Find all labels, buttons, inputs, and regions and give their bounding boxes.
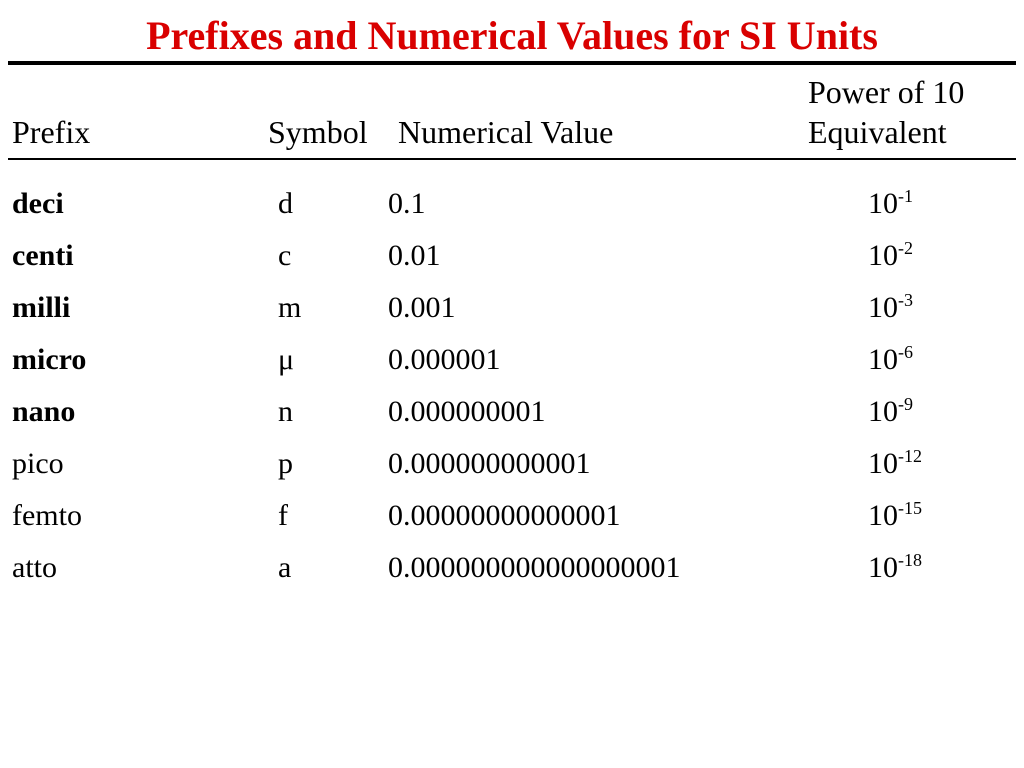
cell-power-of-10: 10-6 <box>768 342 1008 378</box>
cell-prefix: centi <box>8 238 228 274</box>
power-base: 10 <box>868 499 898 532</box>
cell-prefix: deci <box>8 186 228 222</box>
cell-power-of-10: 10-18 <box>768 550 1008 586</box>
cell-symbol: p <box>228 446 388 482</box>
cell-numerical-value: 0.01 <box>388 238 768 274</box>
cell-power-of-10: 10-1 <box>768 186 1008 222</box>
header-equivalent: Equivalent <box>768 113 1008 151</box>
cell-numerical-value: 0.1 <box>388 186 768 222</box>
cell-power-of-10: 10-3 <box>768 290 1008 326</box>
page-title: Prefixes and Numerical Values for SI Uni… <box>8 12 1016 59</box>
table-body: decid0.110-1centic0.0110-2millim0.00110-… <box>8 160 1016 594</box>
power-exponent: -6 <box>898 342 913 362</box>
power-base: 10 <box>868 447 898 480</box>
header-blank-3 <box>388 73 768 111</box>
power-exponent: -15 <box>898 498 922 518</box>
power-base: 10 <box>868 291 898 324</box>
table-row: attoa0.00000000000000000110-18 <box>8 542 1016 594</box>
cell-prefix: micro <box>8 342 228 378</box>
cell-prefix: atto <box>8 550 228 586</box>
cell-power-of-10: 10-9 <box>768 394 1008 430</box>
cell-symbol: a <box>228 550 388 586</box>
power-exponent: -18 <box>898 550 922 570</box>
table-row: microμ0.00000110-6 <box>8 334 1016 386</box>
header-symbol: Symbol <box>228 113 388 151</box>
cell-symbol: c <box>228 238 388 274</box>
header-numval: Numerical Value <box>388 113 768 151</box>
power-base: 10 <box>868 187 898 220</box>
header-power-of-10: Power of 10 <box>768 73 1008 111</box>
cell-power-of-10: 10-2 <box>768 238 1008 274</box>
cell-prefix: milli <box>8 290 228 326</box>
table-row: picop0.00000000000110-12 <box>8 438 1016 490</box>
header-blank-1 <box>8 73 228 111</box>
power-exponent: -3 <box>898 290 913 310</box>
header-blank-2 <box>228 73 388 111</box>
cell-symbol: n <box>228 394 388 430</box>
cell-symbol: m <box>228 290 388 326</box>
cell-numerical-value: 0.000000001 <box>388 394 768 430</box>
power-base: 10 <box>868 343 898 376</box>
cell-power-of-10: 10-12 <box>768 446 1008 482</box>
table-row: centic0.0110-2 <box>8 230 1016 282</box>
power-exponent: -1 <box>898 186 913 206</box>
header-prefix: Prefix <box>8 113 228 151</box>
power-base: 10 <box>868 551 898 584</box>
cell-symbol: μ <box>228 342 388 378</box>
cell-numerical-value: 0.000001 <box>388 342 768 378</box>
si-prefix-table-page: Prefixes and Numerical Values for SI Uni… <box>0 0 1024 594</box>
power-exponent: -9 <box>898 394 913 414</box>
cell-prefix: pico <box>8 446 228 482</box>
power-exponent: -2 <box>898 238 913 258</box>
cell-numerical-value: 0.000000000000000001 <box>388 550 768 586</box>
table-header: Power of 10 Prefix Symbol Numerical Valu… <box>8 65 1016 158</box>
table-header-row-1: Power of 10 <box>8 73 1016 113</box>
cell-numerical-value: 0.00000000000001 <box>388 498 768 534</box>
cell-prefix: nano <box>8 394 228 430</box>
cell-numerical-value: 0.000000000001 <box>388 446 768 482</box>
table-row: nanon0.00000000110-9 <box>8 386 1016 438</box>
table-row: millim0.00110-3 <box>8 282 1016 334</box>
power-exponent: -12 <box>898 446 922 466</box>
power-base: 10 <box>868 239 898 272</box>
cell-prefix: femto <box>8 498 228 534</box>
power-base: 10 <box>868 395 898 428</box>
cell-power-of-10: 10-15 <box>768 498 1008 534</box>
cell-numerical-value: 0.001 <box>388 290 768 326</box>
table-row: femtof0.0000000000000110-15 <box>8 490 1016 542</box>
cell-symbol: d <box>228 186 388 222</box>
table-row: decid0.110-1 <box>8 178 1016 230</box>
table-header-row-2: Prefix Symbol Numerical Value Equivalent <box>8 113 1016 151</box>
cell-symbol: f <box>228 498 388 534</box>
